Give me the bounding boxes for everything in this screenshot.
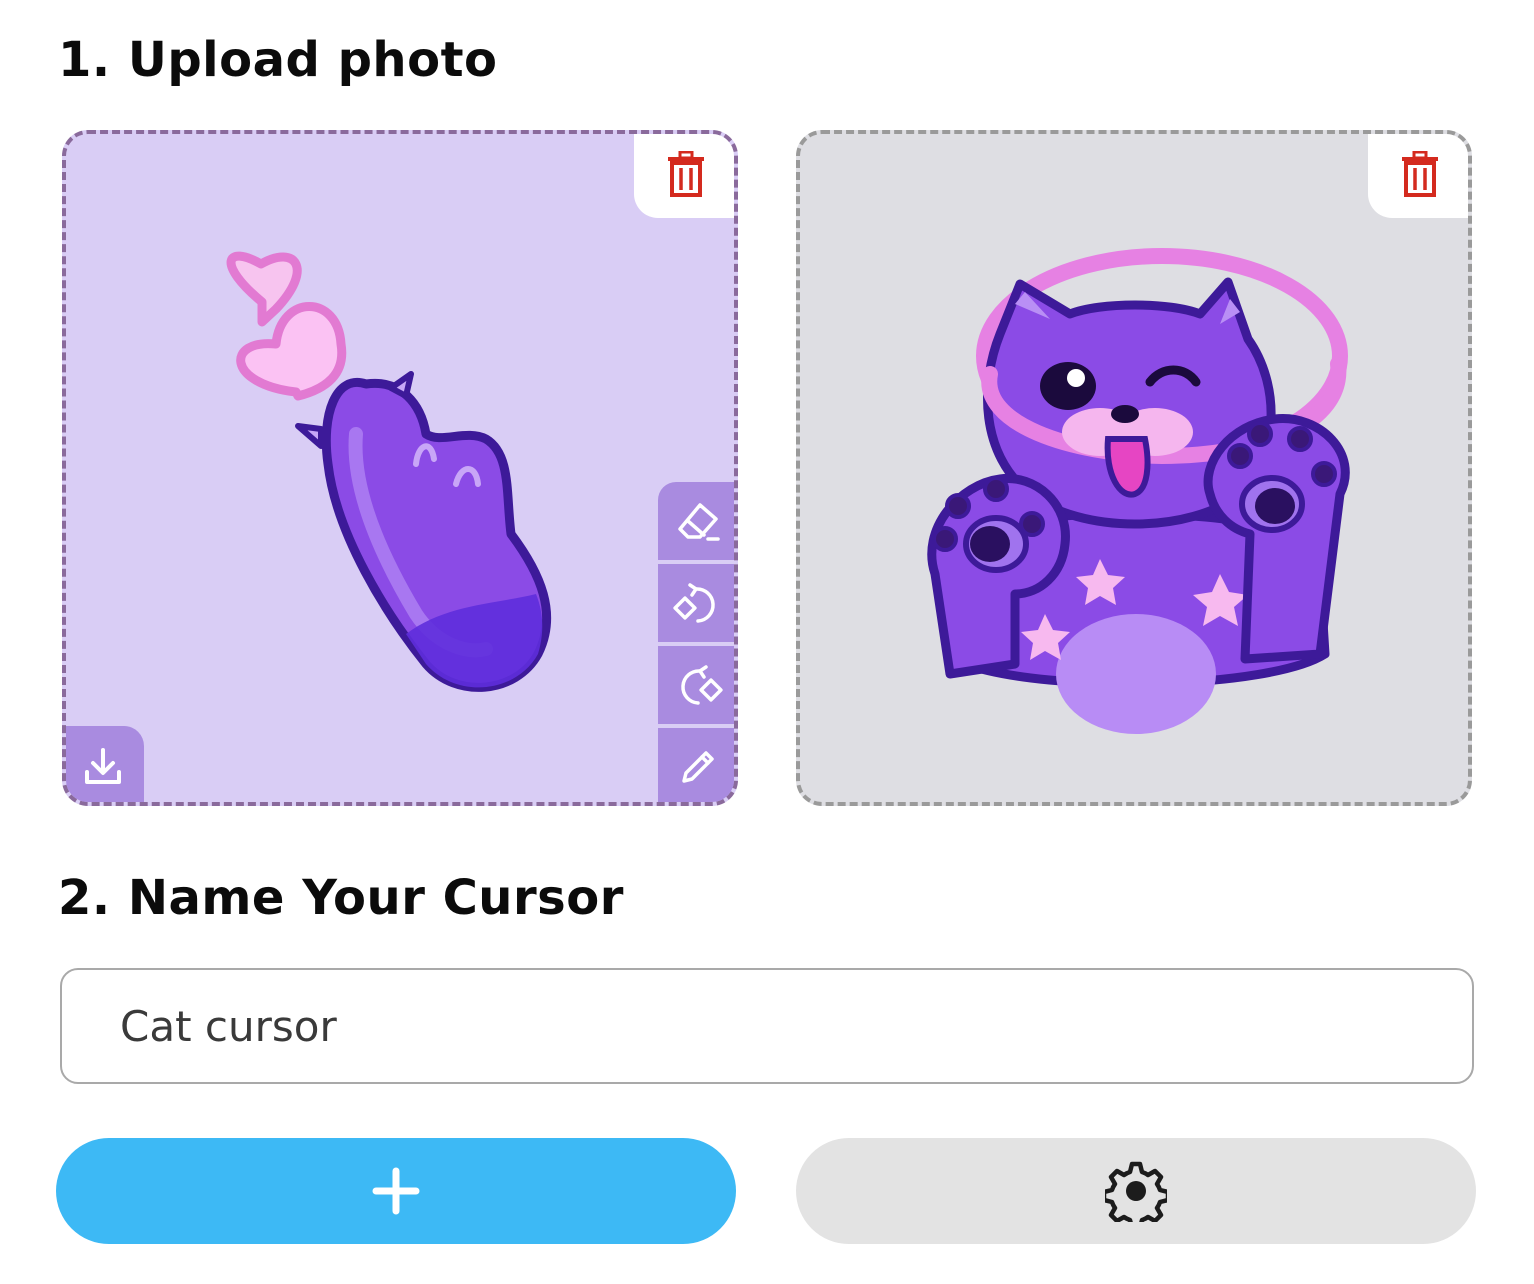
rotate-left-icon (673, 583, 715, 623)
pencil-icon (682, 751, 714, 783)
download-button[interactable] (66, 726, 144, 802)
image-card-paw[interactable] (62, 130, 738, 806)
cat-sticker-image (927, 248, 1350, 734)
delete-button[interactable] (1368, 134, 1468, 218)
image-card-cat[interactable] (796, 130, 1472, 806)
eraser-icon (678, 503, 720, 541)
cursor-name-input[interactable] (60, 968, 1474, 1084)
trash-icon (668, 151, 704, 197)
gear-icon (1105, 1161, 1167, 1222)
rotate-left-button[interactable] (658, 564, 734, 642)
plus-icon (372, 1167, 420, 1215)
rotate-right-icon (681, 665, 723, 705)
pencil-button[interactable] (658, 728, 734, 802)
delete-button[interactable] (634, 134, 734, 218)
add-button[interactable] (56, 1138, 736, 1244)
paw-sticker-image (226, 251, 552, 692)
image-edit-toolbar (658, 482, 734, 802)
eraser-button[interactable] (658, 482, 734, 560)
settings-button[interactable] (796, 1138, 1476, 1244)
download-icon (85, 748, 121, 784)
name-step-title: 2. Name Your Cursor (58, 870, 624, 926)
trash-icon (1402, 151, 1438, 197)
rotate-right-button[interactable] (658, 646, 734, 724)
upload-step-title: 1. Upload photo (58, 32, 498, 88)
